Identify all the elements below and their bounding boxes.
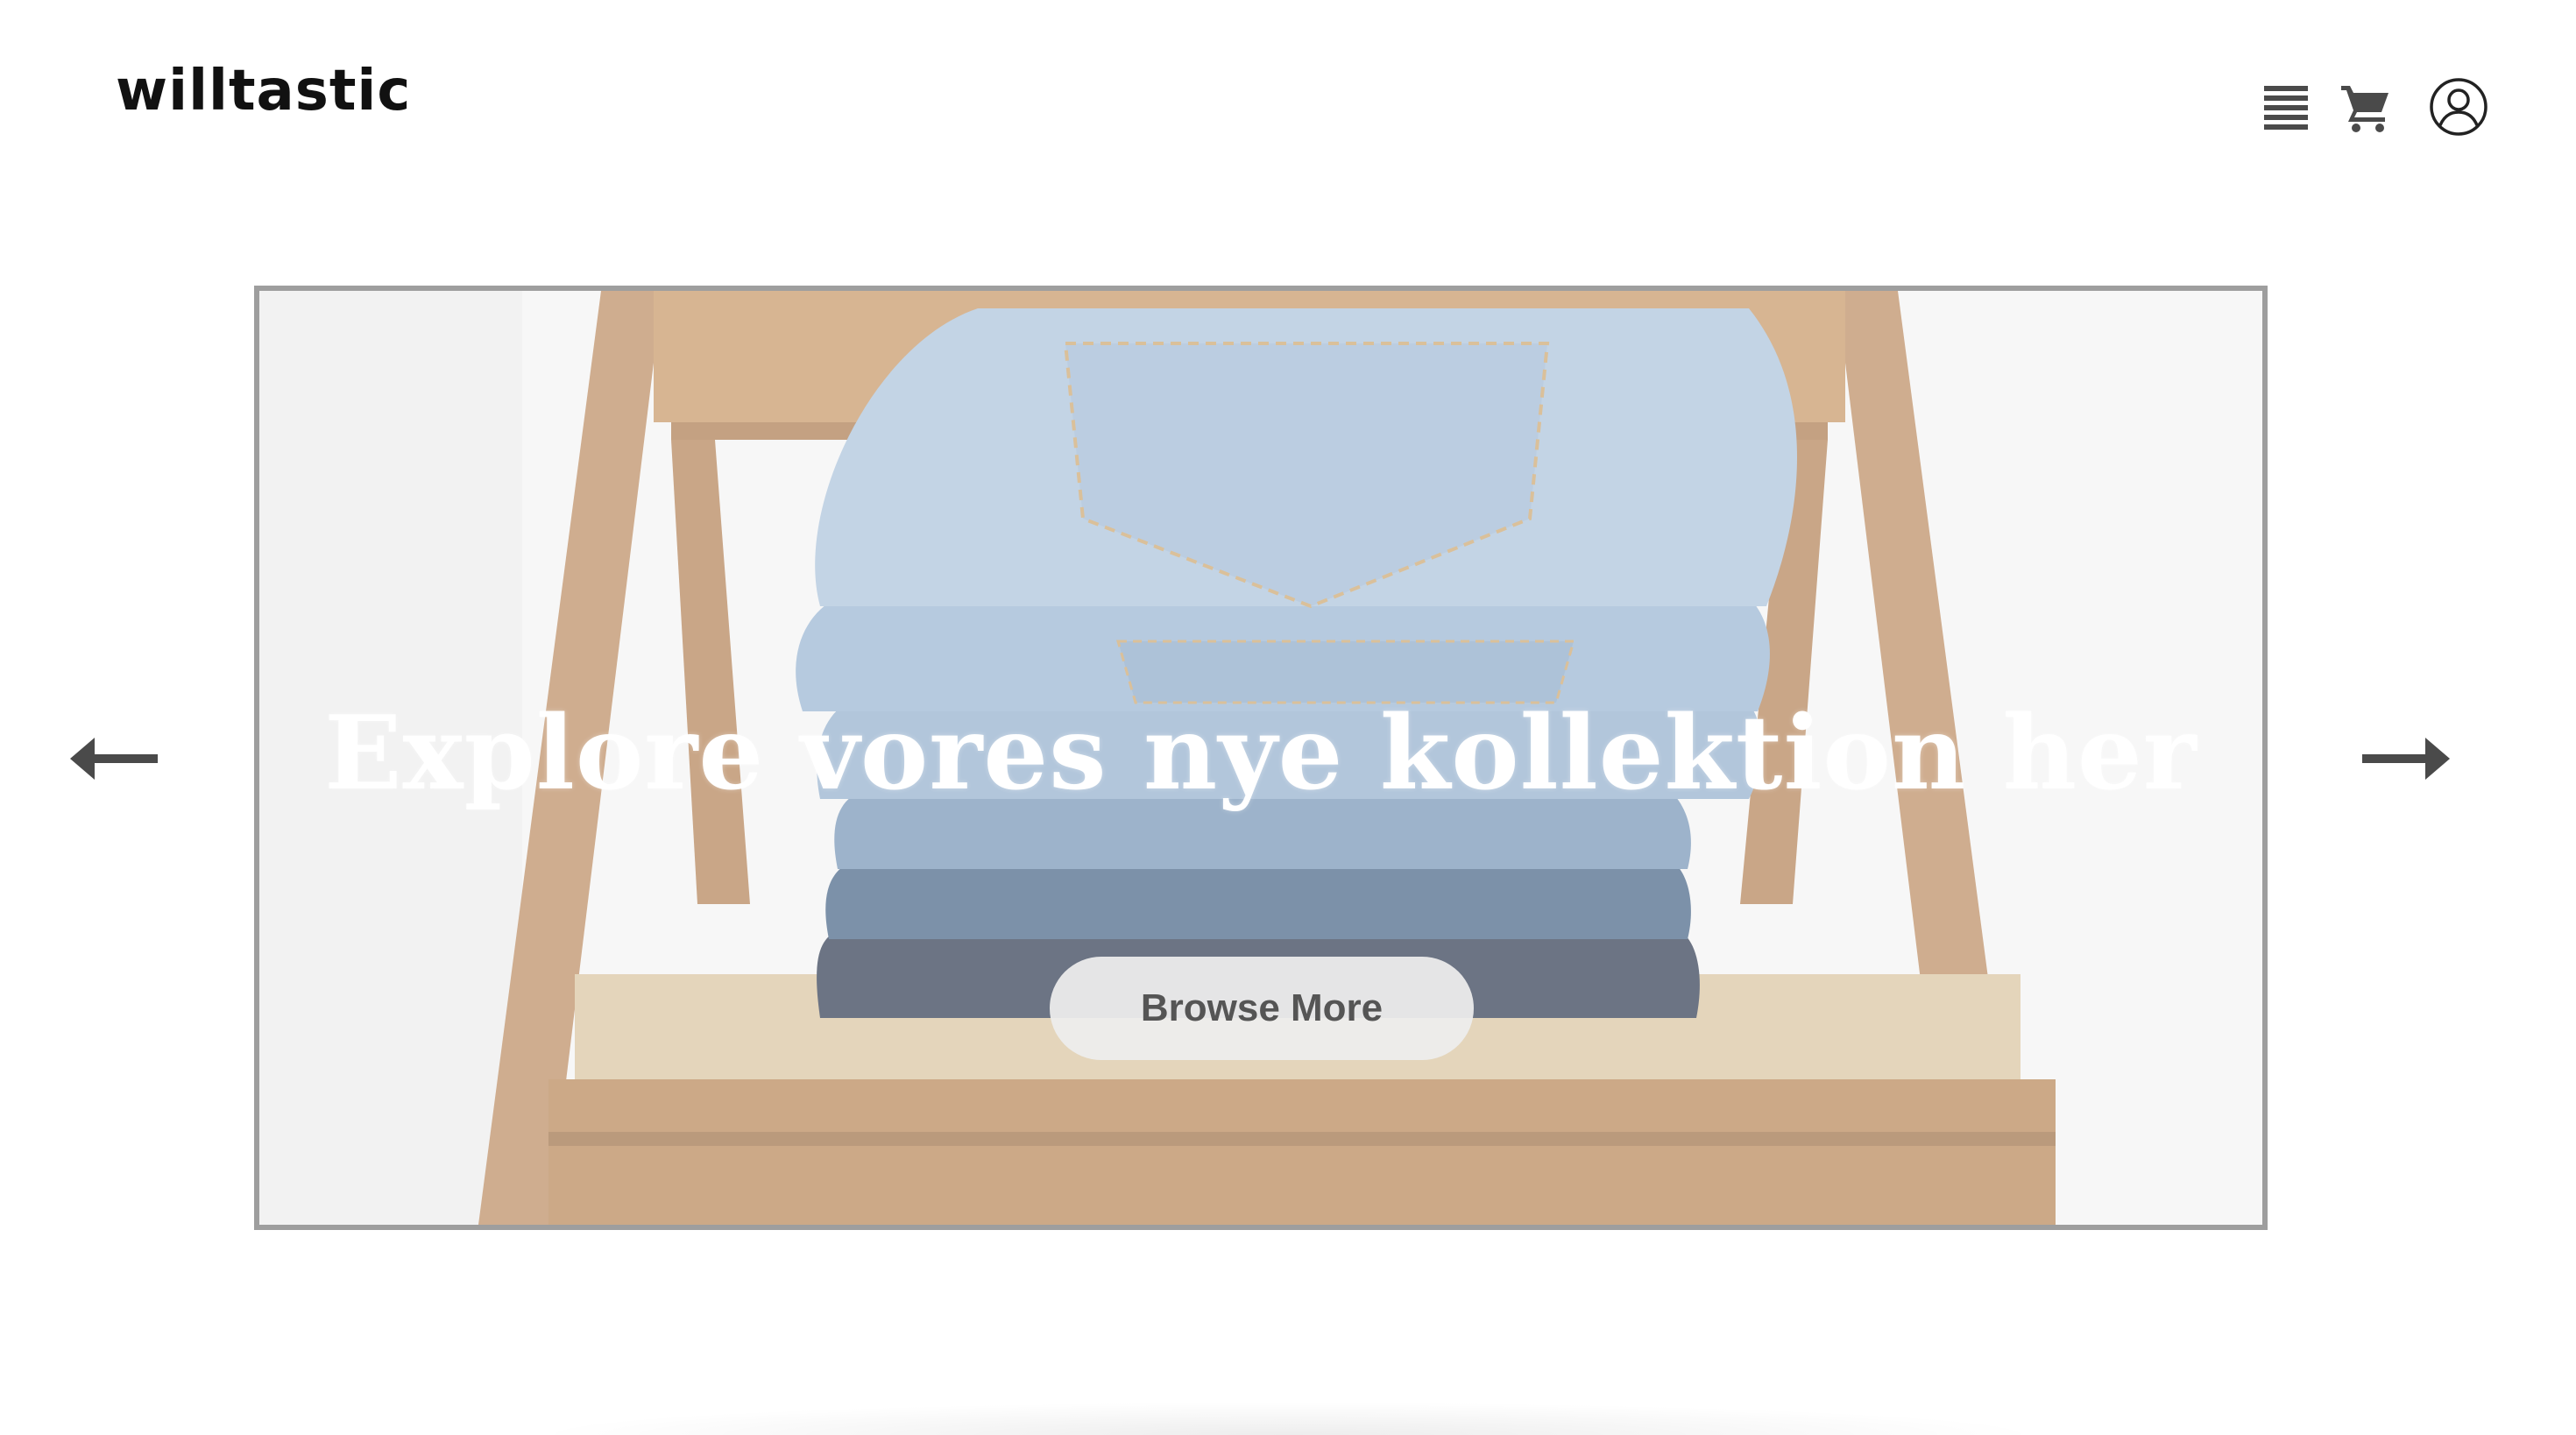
cart-icon[interactable] [2339,82,2392,133]
logo[interactable]: willtastic [116,63,411,119]
section-divider-shadow [526,1402,2050,1435]
arrow-left-icon[interactable] [70,734,158,783]
menu-icon[interactable] [2264,84,2308,130]
account-icon[interactable] [2429,77,2488,137]
hero-slider: Explore vores nye kollektion her Browse … [254,286,2268,1230]
page: willtastic Explore vores nye kollektion … [0,0,2576,1435]
browse-more-button[interactable]: Browse More [1050,957,1474,1060]
hero-title: Explore vores nye kollektion her [324,694,2197,813]
arrow-right-icon[interactable] [2362,734,2450,783]
